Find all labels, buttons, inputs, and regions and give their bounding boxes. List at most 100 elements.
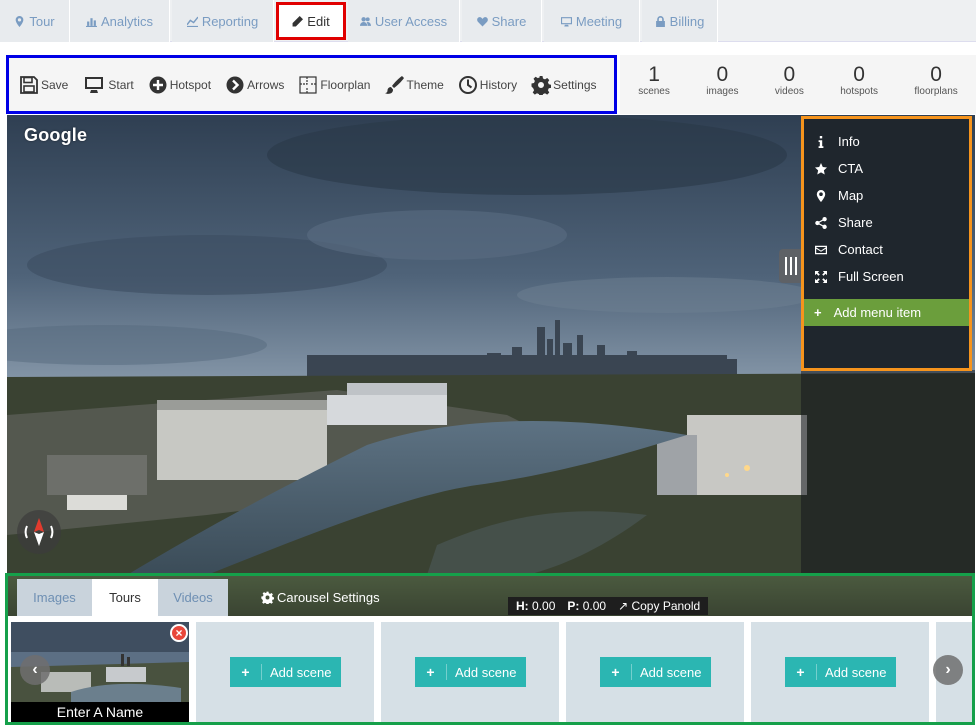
stat-value: 0 — [783, 63, 796, 86]
stat-videos: 0 videos — [775, 63, 804, 114]
compass-icon[interactable] — [17, 510, 61, 554]
stat-scenes: 1 scenes — [638, 63, 670, 114]
save-button[interactable]: Save — [19, 75, 68, 95]
floorplan-icon — [299, 75, 318, 94]
monitor-icon — [85, 76, 104, 93]
scene-slot: + Add scene — [751, 622, 929, 722]
info-icon — [814, 135, 828, 149]
star-icon — [814, 162, 828, 176]
tab-meeting[interactable]: Meeting — [544, 0, 640, 42]
remove-scene-icon[interactable]: × — [170, 624, 188, 642]
menu-item-info[interactable]: Info — [804, 128, 969, 155]
add-menu-item-label: Add menu item — [833, 305, 922, 320]
menu-item-label: Share — [838, 215, 873, 230]
hotspot-button[interactable]: Hotspot — [148, 75, 211, 95]
menu-toggle-handle[interactable] — [779, 249, 803, 283]
tab-tour[interactable]: Tour — [0, 0, 70, 42]
arrow-circle-icon — [226, 76, 244, 93]
plus-icon: + — [785, 664, 817, 680]
menu-item-label: CTA — [838, 161, 864, 176]
copy-panold-button[interactable]: ↗ Copy Panold — [618, 599, 700, 613]
add-menu-item-button[interactable]: + Add menu item — [804, 299, 969, 326]
gear-icon — [531, 75, 552, 95]
share-icon — [814, 216, 828, 230]
settings-button[interactable]: Settings — [531, 75, 597, 95]
clock-icon — [458, 75, 477, 94]
bar-chart-icon — [85, 17, 97, 27]
menu-item-label: Map — [838, 188, 864, 203]
users-icon — [359, 16, 371, 26]
tab-label: User Access — [374, 13, 448, 29]
carousel-next-button[interactable]: › — [933, 655, 963, 685]
tab-reporting[interactable]: Reporting — [172, 0, 274, 42]
add-scene-label: Add scene — [640, 664, 702, 680]
floorplan-button[interactable]: Floorplan — [298, 75, 370, 95]
tab-billing[interactable]: Billing — [642, 0, 718, 42]
start-button[interactable]: Start — [82, 75, 134, 95]
carousel-tab-videos[interactable]: Videos — [158, 579, 228, 616]
stat-label: videos — [774, 86, 804, 97]
add-scene-button[interactable]: + Add scene — [785, 657, 896, 687]
stat-label: scenes — [638, 86, 670, 97]
lock-icon — [655, 15, 665, 27]
stat-floorplans: 0 floorplans — [914, 63, 957, 114]
tab-user-access[interactable]: User Access — [348, 0, 460, 42]
tab-share[interactable]: Share — [462, 0, 542, 42]
toolbar-label: Arrows — [247, 77, 285, 92]
menu-item-contact[interactable]: Contact — [804, 236, 969, 263]
carousel-prev-button[interactable]: ‹ — [20, 655, 50, 685]
history-button[interactable]: History — [458, 75, 517, 95]
plus-icon: + — [415, 664, 447, 680]
carousel-tab-label: Tours — [109, 590, 141, 605]
add-scene-button[interactable]: + Add scene — [415, 657, 526, 687]
menu-item-label: Full Screen — [838, 269, 904, 284]
line-chart-icon — [186, 16, 198, 27]
stat-value: 0 — [716, 63, 729, 86]
theme-button[interactable]: Theme — [384, 75, 444, 95]
toolbar-label: Save — [41, 77, 69, 92]
scene-slot: + Add scene — [381, 622, 559, 722]
arrows-button[interactable]: Arrows — [225, 75, 284, 95]
envelope-icon — [814, 243, 828, 257]
menu-item-map[interactable]: Map — [804, 182, 969, 209]
menu-item-share[interactable]: Share — [804, 209, 969, 236]
stat-label: floorplans — [914, 86, 958, 97]
tab-label: Tour — [29, 13, 55, 29]
carousel-tab-label: Videos — [173, 590, 213, 605]
add-scene-label: Add scene — [270, 664, 332, 680]
pitch-readout: P: 0.00 — [567, 599, 607, 613]
scene-name[interactable]: Enter A Name — [11, 702, 189, 722]
tab-label: Billing — [669, 13, 705, 29]
map-marker-icon — [814, 189, 828, 203]
toolbar-label: Settings — [553, 77, 597, 92]
tab-edit[interactable]: Edit — [276, 2, 346, 40]
carousel-settings-button[interactable]: Carousel Settings — [261, 590, 380, 605]
menu-item-fullscreen[interactable]: Full Screen — [804, 263, 969, 290]
menu-item-cta[interactable]: CTA — [804, 155, 969, 182]
stat-label: hotspots — [840, 86, 879, 97]
carousel-tab-images[interactable]: Images — [17, 579, 92, 616]
plus-circle-icon — [149, 76, 167, 93]
add-scene-label: Add scene — [455, 664, 517, 680]
google-watermark: Google — [24, 125, 88, 145]
add-scene-button[interactable]: + Add scene — [600, 657, 711, 687]
tab-label: Meeting — [575, 13, 623, 29]
view-coordinates: H: 0.00 P: 0.00 ↗ Copy Panold — [508, 597, 709, 615]
stat-label: images — [706, 86, 739, 97]
toolbar-label: Hotspot — [169, 77, 212, 92]
scene-slot: + Add scene — [196, 622, 374, 722]
scene-row: Enter A Name × + Add scene + Add scene + Ad… — [8, 618, 972, 722]
monitor-icon — [560, 16, 572, 26]
top-tab-bar: Tour Analytics Reporting Edit User Acces… — [0, 0, 976, 42]
carousel-tab-label: Images — [33, 590, 76, 605]
tour-side-menu: Info CTA Map Share Contact Full Screen +… — [801, 116, 972, 371]
toolbar-label: Start — [108, 77, 134, 92]
chevron-right-icon: › — [945, 661, 951, 678]
gear-icon — [261, 591, 274, 604]
carousel-tab-tours[interactable]: Tours — [92, 579, 158, 616]
toolbar-label: History — [479, 77, 518, 92]
stat-value: 0 — [853, 63, 865, 86]
add-scene-button[interactable]: + Add scene — [230, 657, 341, 687]
tab-analytics[interactable]: Analytics — [70, 0, 170, 42]
stat-value: 1 — [648, 63, 660, 86]
